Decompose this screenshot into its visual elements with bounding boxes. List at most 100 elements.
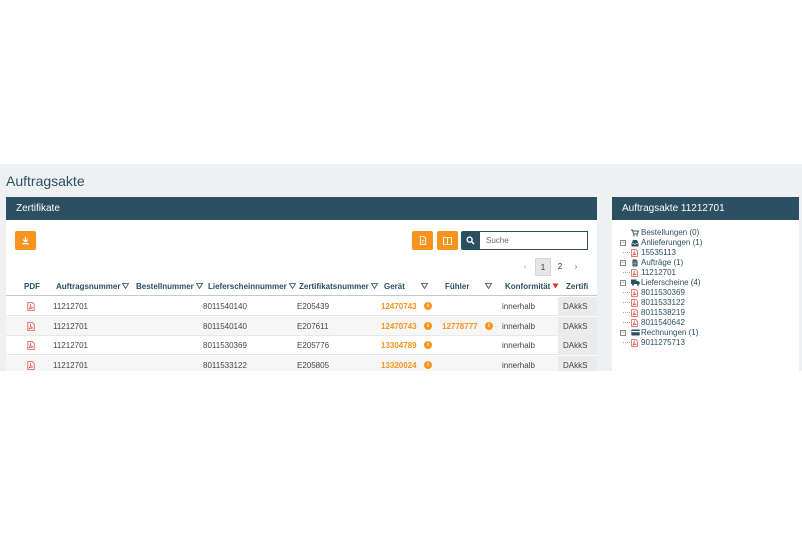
tree-label: Lieferscheine (4) xyxy=(641,278,701,287)
pdf-icon xyxy=(631,309,638,317)
tree-connector xyxy=(623,292,630,293)
cell-zertifi: DAkkS xyxy=(558,336,597,355)
truck-icon xyxy=(631,279,640,286)
cell-konformitaet: innerhalb xyxy=(502,322,535,331)
cell-lieferscheinnummer: 8011540140 xyxy=(203,322,247,331)
credit-card-icon xyxy=(631,329,640,336)
column-label: Auftragsnummer xyxy=(56,282,121,291)
columns-button[interactable] xyxy=(437,231,458,250)
filter-icon[interactable] xyxy=(122,282,130,289)
export-button[interactable] xyxy=(412,231,433,250)
column-label: Bestellnummer xyxy=(136,282,194,291)
column-header-auftragsnummer[interactable]: Auftragsnummer xyxy=(56,282,130,291)
cell-zertifi: DAkkS xyxy=(558,356,597,371)
page-title: Auftragsakte xyxy=(6,173,85,189)
collapse-toggle[interactable]: − xyxy=(620,260,626,266)
cell-zertifikatsnummer: E205776 xyxy=(297,341,330,350)
column-header-lieferscheinnummer[interactable]: Lieferscheinnummer xyxy=(208,282,296,291)
cell-auftragsnummer: 11212701 xyxy=(53,361,88,370)
filter-icon[interactable] xyxy=(485,282,493,289)
tree-label: 8011533122 xyxy=(641,298,685,307)
tree-label: Aufträge (1) xyxy=(641,258,684,267)
certificates-panel-title: Zertifikate xyxy=(6,197,597,220)
cell-fuehler-link[interactable]: 12778777 xyxy=(442,322,478,331)
filter-icon[interactable] xyxy=(420,282,428,289)
collapse-toggle[interactable]: − xyxy=(620,280,626,286)
search-input[interactable] xyxy=(480,231,588,250)
table-row[interactable]: 11212701 8011530369 E205776 13304789 i i… xyxy=(6,336,597,355)
filter-active-icon[interactable] xyxy=(552,283,559,289)
collapse-toggle[interactable]: − xyxy=(620,330,626,336)
filter-icon[interactable] xyxy=(288,282,296,289)
tree-label: Rechnungen (1) xyxy=(641,328,699,337)
tree-label: 15535113 xyxy=(641,248,676,257)
pdf-icon xyxy=(631,299,638,307)
collapse-toggle[interactable]: − xyxy=(620,240,626,246)
info-icon[interactable]: i xyxy=(424,361,432,369)
pdf-icon[interactable] xyxy=(27,322,35,331)
search-button[interactable] xyxy=(461,231,480,250)
pdf-icon[interactable] xyxy=(27,302,35,311)
pdf-icon xyxy=(631,269,638,277)
filter-icon[interactable] xyxy=(195,282,203,289)
pdf-icon xyxy=(631,339,638,347)
pagination-prev[interactable]: ‹ xyxy=(518,258,532,276)
column-header-pdf[interactable]: PDF xyxy=(24,282,40,291)
filter-icon[interactable] xyxy=(370,282,378,289)
cell-zertifikatsnummer: E207611 xyxy=(297,322,329,331)
pdf-icon xyxy=(631,319,638,327)
tree-label: 8011530369 xyxy=(641,288,685,297)
pdf-icon xyxy=(631,249,638,257)
table-row[interactable]: 11212701 8011533122 E205805 13320024 i i… xyxy=(6,356,597,371)
cell-lieferscheinnummer: 8011540140 xyxy=(203,302,247,311)
column-label: Lieferscheinnummer xyxy=(208,282,287,291)
info-icon[interactable]: i xyxy=(424,302,432,310)
pdf-icon[interactable] xyxy=(27,361,35,370)
cell-konformitaet: innerhalb xyxy=(502,341,535,350)
column-header-fuehler[interactable]: Fühler xyxy=(445,282,493,291)
column-header-zertifikatsnummer[interactable]: Zertifikatsnummer xyxy=(299,282,378,291)
document-icon xyxy=(632,259,638,267)
download-button[interactable] xyxy=(15,231,36,250)
cell-lieferscheinnummer: 8011533122 xyxy=(203,361,247,370)
columns-icon xyxy=(443,236,452,245)
app-area: Auftragsakte Zertifikate ‹ 1 2 › PDF Auf… xyxy=(0,164,802,371)
cell-auftragsnummer: 11212701 xyxy=(53,341,88,350)
cell-lieferscheinnummer: 8011530369 xyxy=(203,341,247,350)
pagination-next[interactable]: › xyxy=(569,258,583,276)
tree-label: 8011538219 xyxy=(641,308,685,317)
pagination-page-1[interactable]: 1 xyxy=(535,258,551,276)
info-icon[interactable]: i xyxy=(424,322,432,330)
tree-label: 8011540642 xyxy=(641,318,685,327)
order-file-panel: Auftragsakte 11212701 Bestellungen (0) −… xyxy=(612,197,799,371)
order-file-panel-title: Auftragsakte 11212701 xyxy=(612,197,799,220)
table-row[interactable]: 11212701 8011540140 E207611 12470743 i 1… xyxy=(6,317,597,336)
tree-connector xyxy=(623,302,630,303)
pagination-page-2[interactable]: 2 xyxy=(553,258,567,276)
tree-label: 9011275713 xyxy=(641,338,685,347)
cell-geraet-link[interactable]: 12470743 xyxy=(381,322,417,331)
info-icon[interactable]: i xyxy=(485,322,493,330)
table-row[interactable]: 11212701 8011540140 E205439 12470743 i i… xyxy=(6,297,597,316)
column-header-zertifi[interactable]: Zertifi xyxy=(566,282,588,291)
certificates-panel: Zertifikate ‹ 1 2 › PDF Auftragsnummer B… xyxy=(6,197,597,371)
column-label: Fühler xyxy=(445,282,470,291)
cell-zertifi: DAkkS xyxy=(558,317,597,336)
pdf-icon[interactable] xyxy=(27,341,35,350)
column-header-geraet[interactable]: Gerät xyxy=(384,282,428,291)
cell-konformitaet: innerhalb xyxy=(502,361,535,370)
tree-label: 11212701 xyxy=(641,268,676,277)
column-header-konformitaet[interactable]: Konformität xyxy=(505,282,559,291)
cart-icon xyxy=(631,229,639,237)
column-header-bestellnummer[interactable]: Bestellnummer xyxy=(136,282,203,291)
info-icon[interactable]: i xyxy=(424,341,432,349)
column-label: Konformität xyxy=(505,282,551,291)
inbox-icon xyxy=(631,240,639,247)
cell-geraet-link[interactable]: 13304789 xyxy=(381,341,417,350)
cell-geraet-link[interactable]: 12470743 xyxy=(381,302,417,311)
tree-connector xyxy=(623,252,630,253)
tree-label: Anlieferungen (1) xyxy=(641,238,703,247)
column-label: PDF xyxy=(24,282,40,291)
cell-geraet-link[interactable]: 13320024 xyxy=(381,361,417,370)
cell-auftragsnummer: 11212701 xyxy=(53,302,88,311)
